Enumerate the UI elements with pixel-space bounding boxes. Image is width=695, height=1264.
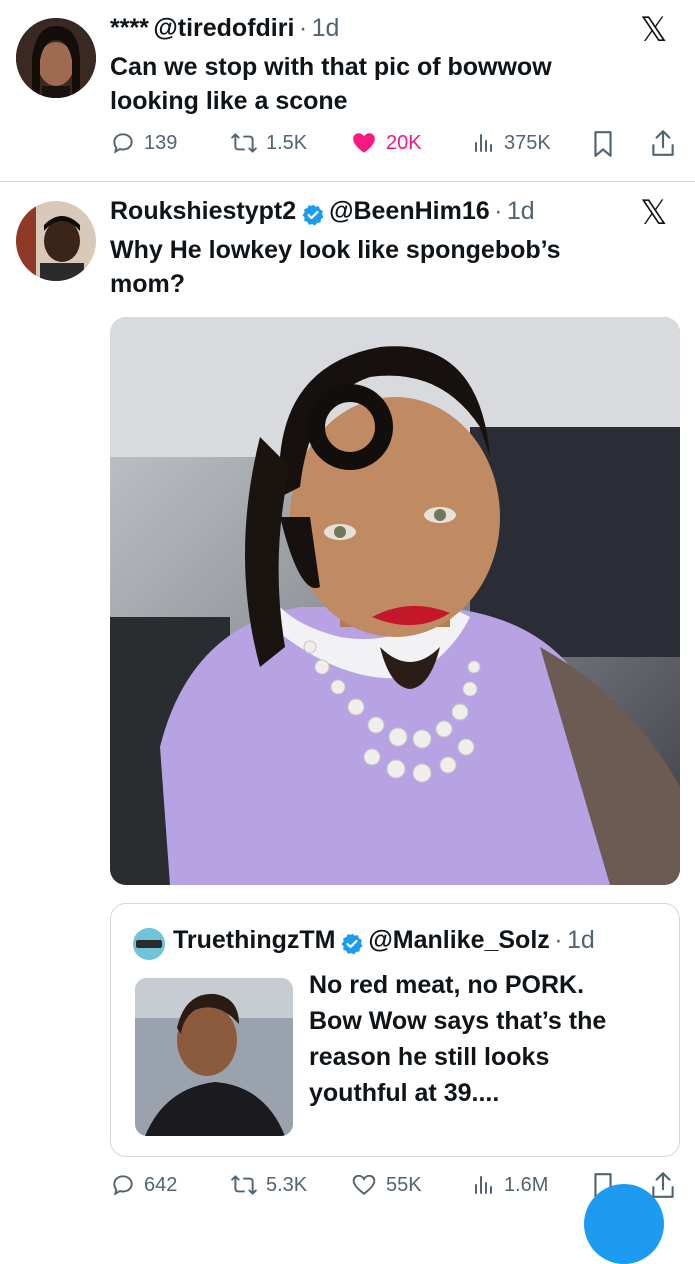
tweet-text-line: Why He lowkey look like spongebob’s — [110, 236, 561, 264]
quote-text-line: No red meat, no PORK. — [309, 971, 585, 999]
share-icon — [652, 130, 674, 156]
quote-timestamp: 1d — [567, 926, 595, 954]
share-button[interactable] — [650, 128, 676, 163]
handle[interactable]: @tiredofdiri — [153, 14, 294, 42]
timestamp[interactable]: 1d — [507, 197, 535, 225]
like-button[interactable]: 20K — [350, 130, 422, 156]
tweet-text-line: looking like a scone — [110, 87, 348, 115]
heart-filled-icon — [353, 133, 375, 153]
views-button[interactable]: 375K — [472, 130, 551, 156]
reply-icon — [113, 1175, 133, 1196]
bookmark-button[interactable] — [592, 130, 614, 163]
reply-icon — [113, 133, 133, 154]
repost-icon — [231, 133, 257, 153]
reply-count: 642 — [144, 1173, 178, 1196]
share-icon — [652, 1172, 674, 1198]
view-count: 375K — [504, 131, 551, 154]
tweet-photo[interactable] — [110, 317, 680, 885]
quoted-tweet[interactable]: TruethingzTM @Manlike_Solz · 1d No red m… — [110, 903, 680, 1157]
tweet-divider — [0, 181, 695, 182]
tweet-text-line: Can we stop with that pic of bowwow — [110, 53, 552, 81]
repost-count: 5.3K — [266, 1173, 308, 1196]
avatar[interactable] — [16, 18, 96, 98]
x-logo-icon: 𝕏 — [640, 11, 668, 49]
separator-dot: · — [494, 197, 503, 225]
separator-dot: · — [298, 14, 308, 42]
display-name[interactable]: Roukshiestypt2 — [110, 197, 296, 225]
repost-button[interactable]: 1.5K — [230, 130, 307, 156]
bookmark-icon — [594, 131, 612, 157]
quote-text-line: Bow Wow says that’s the — [309, 1007, 607, 1035]
like-button[interactable]: 55K — [350, 1172, 422, 1198]
views-icon — [475, 134, 492, 152]
views-icon — [475, 1176, 492, 1194]
repost-button[interactable]: 5.3K — [230, 1172, 307, 1198]
quote-text-line: reason he still looks — [309, 1043, 550, 1071]
display-name[interactable]: **** — [110, 14, 149, 42]
reply-count: 139 — [144, 131, 178, 154]
reply-button[interactable]: 139 — [110, 130, 177, 156]
like-count: 20K — [386, 131, 422, 154]
quote-avatar — [133, 928, 165, 960]
like-count: 55K — [386, 1173, 422, 1196]
tweet-text-line: mom? — [110, 270, 185, 298]
reply-button[interactable]: 642 — [110, 1172, 177, 1198]
repost-count: 1.5K — [266, 131, 308, 154]
avatar[interactable] — [16, 201, 96, 281]
x-logo-icon: 𝕏 — [640, 194, 668, 232]
separator-dot: · — [554, 926, 563, 954]
quote-thumbnail — [135, 978, 293, 1136]
heart-outline-icon — [352, 1174, 376, 1195]
quote-handle: @Manlike_Solz — [368, 926, 550, 954]
quote-display-name: TruethingzTM — [173, 926, 336, 954]
verified-badge-icon — [341, 933, 363, 955]
timestamp[interactable]: 1d — [312, 14, 340, 42]
views-button[interactable]: 1.6M — [472, 1172, 548, 1198]
repost-icon — [231, 1175, 257, 1195]
view-count: 1.6M — [504, 1173, 549, 1196]
verified-badge-icon — [302, 204, 324, 226]
handle[interactable]: @BeenHim16 — [329, 197, 490, 225]
quote-text-line: youthful at 39.... — [309, 1079, 500, 1107]
